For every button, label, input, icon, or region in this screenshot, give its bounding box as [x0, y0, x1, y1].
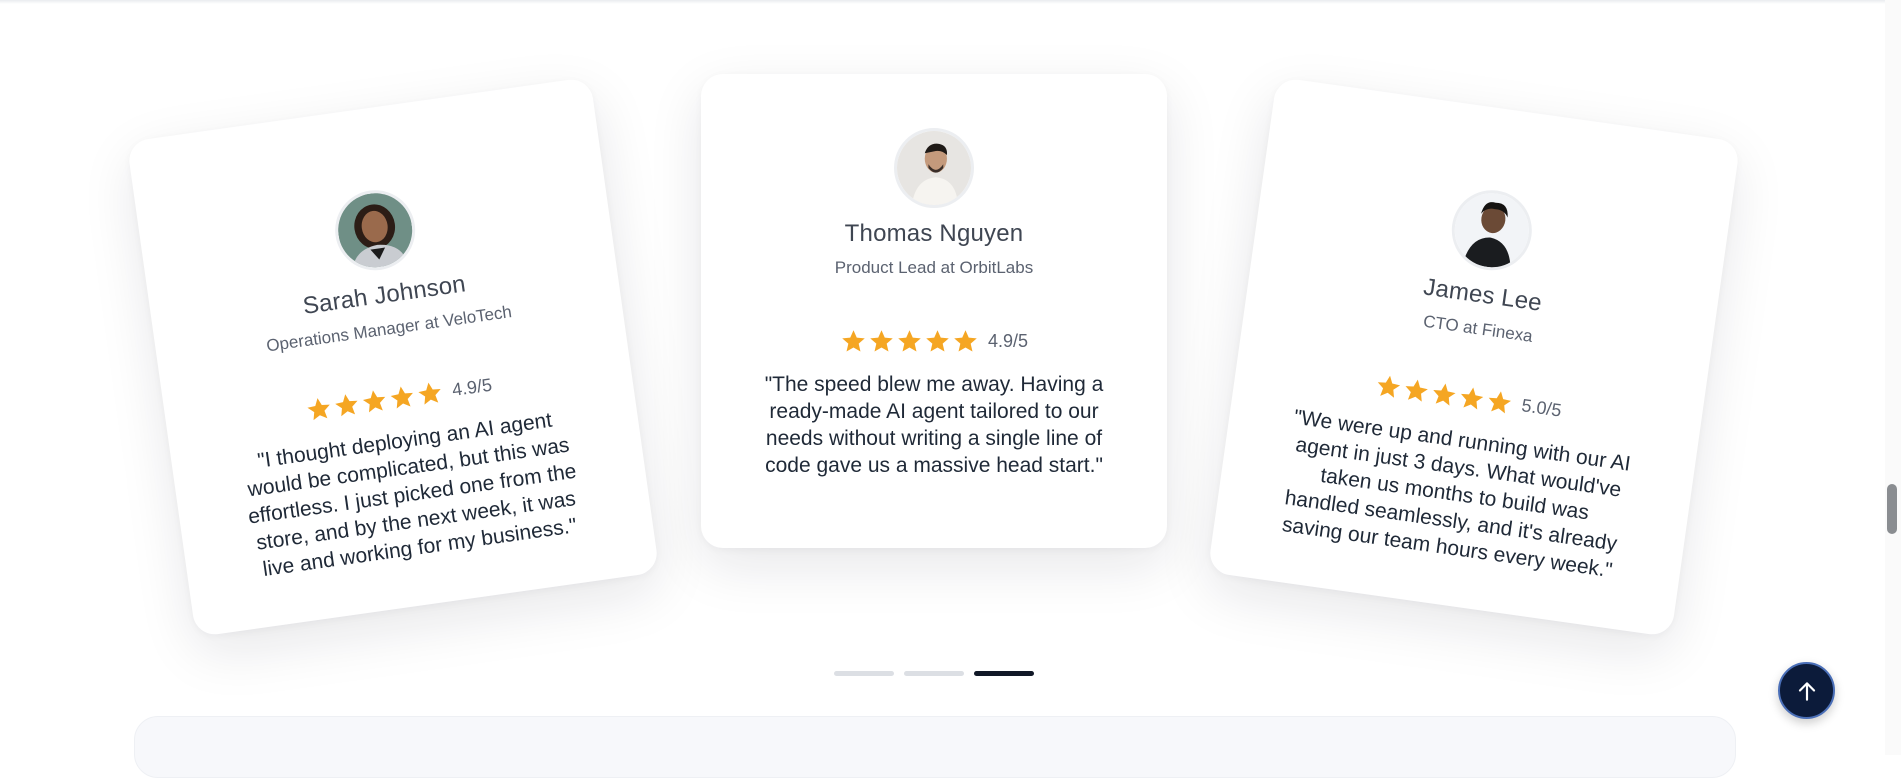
- header-shadow: [0, 0, 1901, 4]
- star-icon: [335, 394, 358, 417]
- page-scrollbar[interactable]: [1885, 0, 1901, 755]
- testimonial-quote: "The speed blew me away. Having a ready-…: [764, 373, 1104, 477]
- rating-row: 4.9/5: [701, 328, 1167, 355]
- carousel-dot-1[interactable]: [834, 671, 894, 676]
- star-icon: [842, 330, 866, 352]
- testimonial-card-sarah-johnson[interactable]: Sarah Johnson Operations Manager at Velo…: [126, 76, 660, 638]
- carousel-pagination: [834, 671, 1034, 676]
- star-icon: [1378, 375, 1401, 398]
- rating-value: 5.0/5: [1520, 395, 1563, 421]
- rating-value: 4.9/5: [987, 331, 1029, 351]
- testimonial-quote: "I thought deploying an AI agent would b…: [246, 408, 579, 582]
- rating-value: 4.9/5: [450, 374, 494, 400]
- star-icon: [870, 330, 894, 352]
- star-icon: [307, 398, 331, 421]
- star-icon: [418, 382, 442, 405]
- avatar: [894, 128, 974, 208]
- testimonial-role: Product Lead at OrbitLabs: [834, 258, 1034, 277]
- star-icon: [898, 330, 922, 352]
- testimonial-card-thomas-nguyen[interactable]: Thomas Nguyen Product Lead at OrbitLabs …: [701, 74, 1167, 548]
- star-icon: [1405, 379, 1429, 402]
- star-icon: [954, 330, 978, 352]
- star-icon: [1433, 383, 1457, 406]
- star-icon: [926, 330, 950, 352]
- testimonial-card-james-lee[interactable]: James Lee CTO at Finexa 5.0/5 "We were u…: [1207, 76, 1741, 638]
- carousel-dot-2[interactable]: [904, 671, 964, 676]
- avatar: [330, 185, 421, 276]
- testimonial-quote: "We were up and running with our AI agen…: [1280, 405, 1633, 583]
- carousel-dot-3[interactable]: [974, 671, 1034, 676]
- star-icon: [391, 386, 414, 409]
- scroll-to-top-button[interactable]: [1778, 662, 1835, 719]
- star-icon: [1489, 391, 1512, 414]
- testimonial-name: Thomas Nguyen: [844, 220, 1024, 247]
- star-icon: [1461, 387, 1484, 410]
- star-icon: [363, 390, 386, 413]
- next-section-panel: [134, 716, 1736, 778]
- avatar: [1446, 185, 1537, 276]
- scrollbar-thumb[interactable]: [1887, 484, 1897, 534]
- arrow-up-icon: [1798, 681, 1815, 701]
